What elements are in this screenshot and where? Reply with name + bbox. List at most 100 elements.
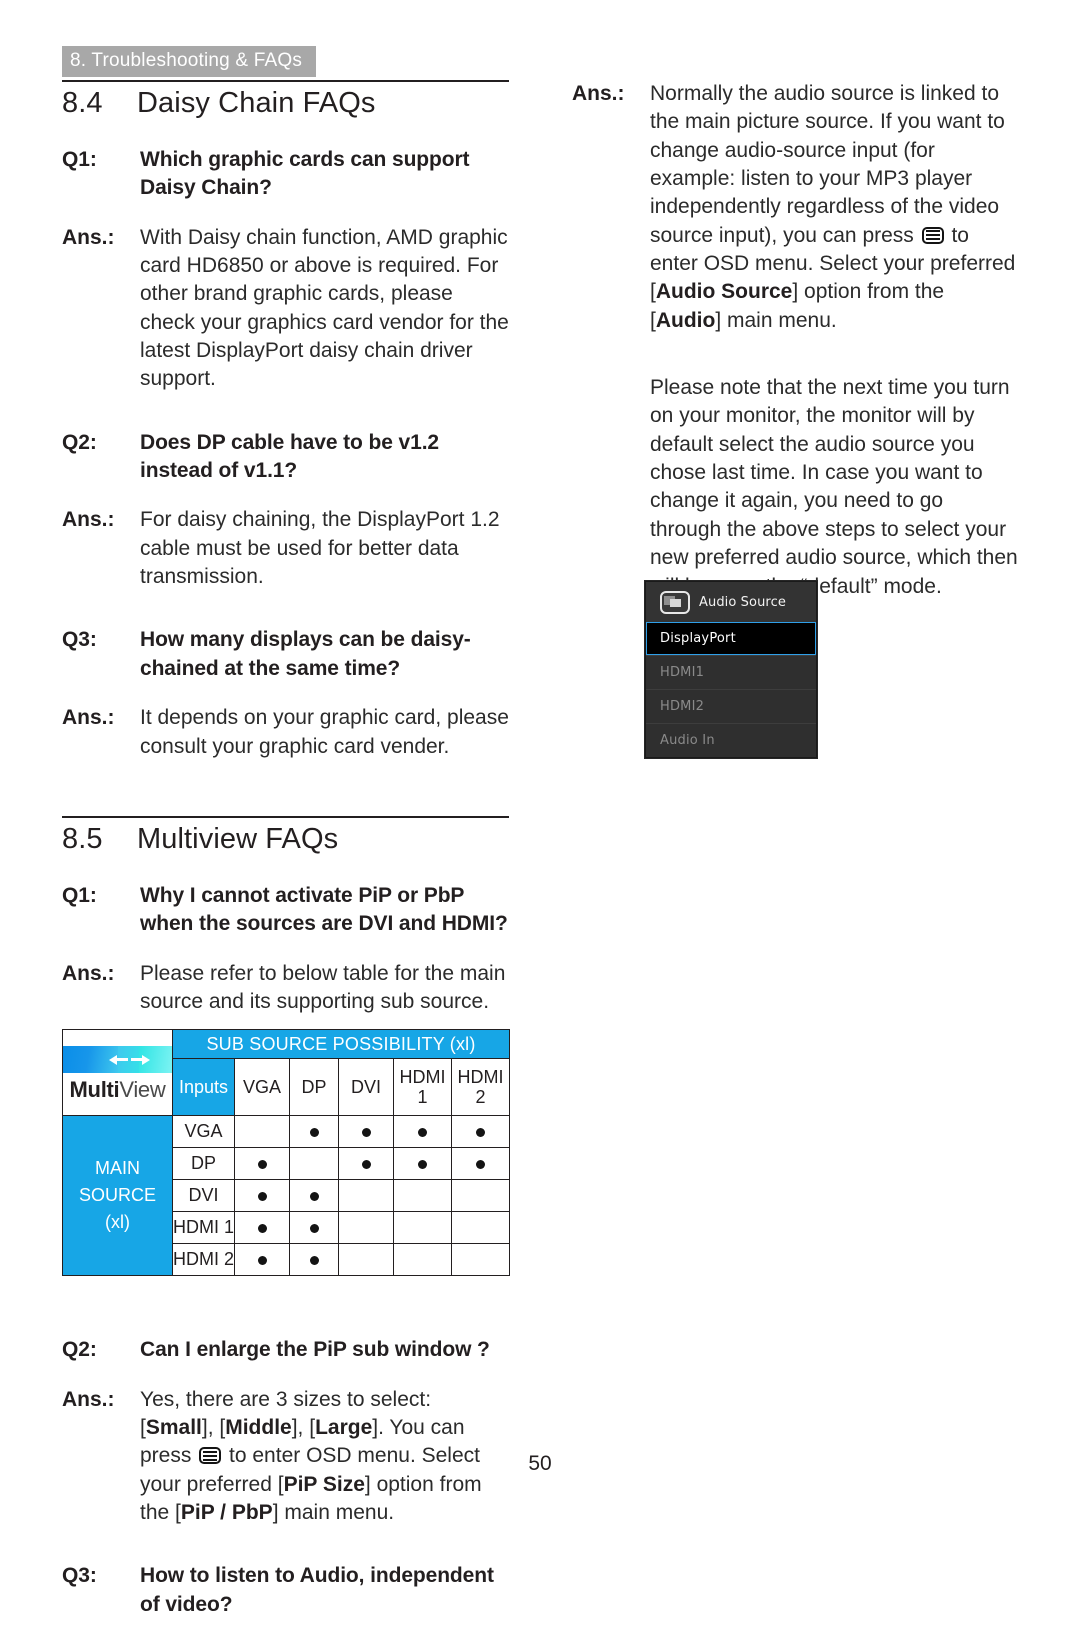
column-header-line1: VGA	[242, 1076, 281, 1097]
osd-title-text: Audio Source	[699, 595, 786, 610]
main-source-header: MAIN SOURCE (xl)	[62, 1115, 173, 1277]
section-number-85: 8.5	[62, 822, 103, 855]
section-title-85: Multiview FAQs	[137, 822, 339, 855]
cell-hdmi2-vga	[234, 1243, 290, 1277]
faq-label: Q1:	[62, 148, 97, 171]
column-header-line1: HDMI	[457, 1066, 504, 1087]
section-heading-84: 8.4 Daisy Chain FAQs	[62, 87, 509, 120]
column-header-dp: DP	[289, 1058, 339, 1117]
cell-hdmi1-hdmi1	[393, 1211, 452, 1245]
cell-hdmi1-vga	[234, 1211, 290, 1245]
faq-question: Q3: How to listen to Audio, independent …	[62, 1562, 509, 1619]
cell-hdmi2-dvi	[338, 1243, 394, 1277]
cell-hdmi2-hdmi1	[393, 1243, 452, 1277]
column-header-line2: 1	[417, 1087, 428, 1108]
section-rule-84	[62, 80, 509, 82]
faq-text: How many displays can be daisy-chained a…	[140, 628, 471, 680]
cell-hdmi1-dp	[289, 1211, 339, 1245]
answer-text-part: ] main menu.	[272, 1500, 395, 1524]
answer-text-part: ] main menu.	[715, 308, 837, 332]
faq-text: Please refer to below table for the main…	[140, 961, 506, 1013]
osd-audio-source-screenshot: Audio Source DisplayPort HDMI1 HDMI2 Aud…	[645, 581, 817, 758]
faq-text: It depends on your graphic card, please …	[140, 706, 509, 758]
row-header-vga: VGA	[172, 1115, 235, 1149]
cell-vga-hdmi2	[450, 1115, 511, 1149]
faq-question: Q2: Does DP cable have to be v1.2 instea…	[62, 429, 509, 486]
multiview-logo-icon	[63, 1045, 172, 1075]
osd-item-hdmi1[interactable]: HDMI1	[646, 655, 816, 689]
option-middle: Middle	[225, 1415, 292, 1439]
cell-hdmi1-hdmi2	[450, 1211, 511, 1245]
faq-label: Ans.:	[62, 508, 115, 532]
multiview-compatibility-table: MultiView SUB SOURCE POSSIBILITY (xl) In…	[62, 1029, 511, 1277]
option-pip-size: PiP Size	[283, 1472, 365, 1496]
main-source-line1: MAIN	[95, 1158, 140, 1179]
cell-dvi-hdmi2	[450, 1179, 511, 1213]
option-audio: Audio	[655, 308, 716, 332]
osd-item-audio-in[interactable]: Audio In	[646, 723, 816, 757]
page-number: 50	[528, 1452, 552, 1475]
faq-text: Can I enlarge the PiP sub window ?	[140, 1338, 490, 1362]
faq-label: Ans.:	[62, 225, 115, 249]
faq-text: Why I cannot activate PiP or PbP when th…	[140, 883, 508, 936]
cell-dvi-hdmi1	[393, 1179, 452, 1213]
option-small: Small	[145, 1415, 202, 1439]
faq-text: Normally the audio source is linked to t…	[650, 80, 1019, 335]
faq-label: Q3:	[62, 628, 97, 652]
multiview-wordmark-light: View	[119, 1076, 166, 1102]
column-header-line1: HDMI	[399, 1066, 446, 1087]
multiview-wordmark-bold: Multi	[69, 1076, 120, 1102]
osd-menu-icon	[921, 226, 944, 244]
cell-dp-dvi	[338, 1147, 394, 1181]
faq-text: With Daisy chain function, AMD graphic c…	[140, 225, 509, 391]
faq-question: Q3: How many displays can be daisy-chain…	[62, 626, 509, 683]
row-header-dvi: DVI	[172, 1179, 235, 1213]
left-column: 8.4 Daisy Chain FAQs Q1: Which graphic c…	[62, 80, 511, 1632]
cell-hdmi1-dvi	[338, 1211, 394, 1245]
faq-label: Q2:	[62, 430, 97, 454]
faq-answer: Ans.: Normally the audio source is linke…	[572, 80, 1019, 335]
row-header-dp: DP	[172, 1147, 235, 1181]
section-title-84: Daisy Chain FAQs	[137, 87, 376, 119]
column-header-hdmi2: HDMI 2	[450, 1058, 511, 1117]
faq-text: Does DP cable have to be v1.2 instead of…	[140, 430, 440, 483]
section-rule-85	[62, 815, 509, 818]
osd-item-hdmi2[interactable]: HDMI2	[646, 689, 816, 723]
cell-dp-dp	[289, 1147, 339, 1181]
faq-answer: Ans.: It depends on your graphic card, p…	[62, 704, 509, 761]
faq-label: Ans.:	[62, 706, 115, 730]
cell-dvi-dvi	[338, 1179, 394, 1213]
answer-text-part: ], [	[201, 1415, 226, 1439]
faq-text: How to listen to Audio, independent of v…	[140, 1564, 494, 1616]
section-heading-85: 8.5 Multiview FAQs	[62, 823, 509, 856]
osd-title-bar: Audio Source	[646, 582, 816, 622]
faq-label: Ans.:	[62, 961, 115, 985]
faq-answer: Ans.: With Daisy chain function, AMD gra…	[62, 224, 509, 394]
cell-hdmi2-hdmi2	[450, 1243, 511, 1277]
cell-hdmi2-dp	[289, 1243, 339, 1277]
column-header-dvi: DVI	[338, 1058, 394, 1117]
column-header-line1: DVI	[350, 1076, 381, 1097]
faq-answer: Ans.: For daisy chaining, the DisplayPor…	[62, 506, 509, 591]
section-number-84: 8.4	[62, 87, 103, 119]
sub-source-header: SUB SOURCE POSSIBILITY (xl)	[171, 1029, 511, 1060]
document-page: 8. Troubleshooting & FAQs 8.4 Daisy Chai…	[0, 0, 1080, 1616]
cell-dp-vga	[234, 1147, 290, 1181]
faq-text: Which graphic cards can support Daisy Ch…	[140, 148, 470, 200]
main-source-line2: SOURCE	[78, 1185, 156, 1206]
column-header-line2: 2	[475, 1087, 486, 1108]
faq-label: Ans.:	[572, 82, 625, 105]
faq-text: For daisy chaining, the DisplayPort 1.2 …	[140, 508, 500, 589]
cell-dvi-vga	[234, 1179, 290, 1213]
row-header-hdmi2: HDMI 2	[172, 1243, 235, 1277]
osd-item-displayport[interactable]: DisplayPort	[646, 622, 816, 655]
main-source-line3: (xl)	[105, 1212, 130, 1233]
cell-vga-dvi	[338, 1115, 394, 1149]
faq-question: Q2: Can I enlarge the PiP sub window ?	[62, 1336, 509, 1364]
cell-dp-hdmi1	[393, 1147, 452, 1181]
right-column: Ans.: Normally the audio source is linke…	[572, 80, 1019, 601]
option-large: Large	[315, 1415, 373, 1439]
inputs-header: Inputs	[172, 1058, 235, 1117]
audio-source-icon	[660, 591, 690, 614]
cell-dvi-dp	[289, 1179, 339, 1213]
